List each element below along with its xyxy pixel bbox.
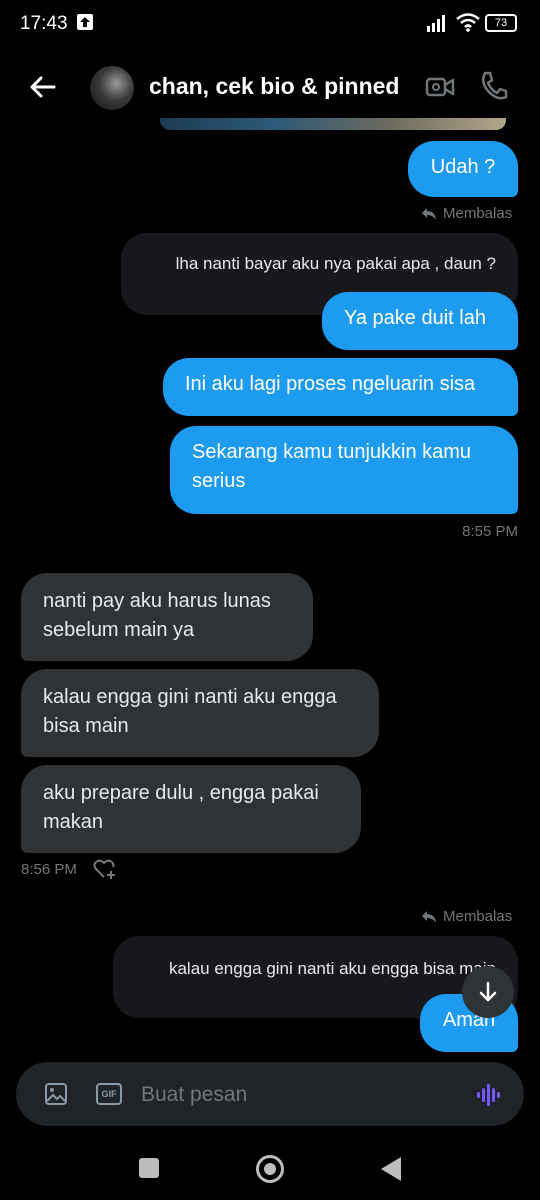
- outgoing-message[interactable]: Sekarang kamu tunjukkin kamu serius: [170, 426, 518, 514]
- outgoing-message[interactable]: Ya pake duit lah: [322, 292, 518, 350]
- voice-message-icon[interactable]: [476, 1082, 502, 1113]
- signal-icon: [427, 14, 449, 37]
- reply-indicator: Membalas: [421, 908, 512, 925]
- reply-label: Membalas: [443, 205, 513, 222]
- back-arrow-icon[interactable]: [26, 70, 60, 104]
- message-line: kalau engga gini nanti aku engga: [43, 686, 337, 708]
- outgoing-message[interactable]: Udah ?: [408, 141, 518, 197]
- message-line: sebelum main ya: [43, 619, 195, 641]
- video-call-icon[interactable]: [425, 72, 455, 107]
- add-reaction-icon[interactable]: [93, 858, 117, 885]
- incoming-message[interactable]: nanti pay aku harus lunas sebelum main y…: [21, 573, 313, 661]
- message-line: aku prepare dulu , engga pakai: [43, 782, 319, 804]
- reply-arrow-icon: [422, 910, 436, 923]
- timestamp: 8:56 PM: [21, 861, 77, 878]
- shared-media-preview[interactable]: [160, 118, 506, 130]
- recent-apps-button[interactable]: [139, 1158, 159, 1178]
- arrow-down-icon: [479, 981, 497, 1002]
- phone-call-icon[interactable]: [478, 70, 508, 107]
- message-line: serius: [192, 470, 246, 492]
- scroll-to-bottom-button[interactable]: [462, 966, 514, 1018]
- message-input[interactable]: [141, 1079, 441, 1111]
- chat-title[interactable]: chan, cek bio & pinned: [149, 73, 399, 100]
- outgoing-message[interactable]: Ini aku lagi proses ngeluarin sisa: [163, 358, 518, 416]
- system-back-button[interactable]: [381, 1157, 401, 1181]
- incoming-message[interactable]: aku prepare dulu , engga pakai makan: [21, 765, 361, 853]
- reply-indicator: Membalas: [421, 205, 512, 222]
- image-icon[interactable]: [44, 1082, 68, 1111]
- message-line: bisa main: [43, 715, 129, 737]
- upload-notification-icon: [77, 14, 93, 30]
- incoming-message[interactable]: kalau engga gini nanti aku engga bisa ma…: [21, 669, 379, 757]
- avatar[interactable]: [90, 66, 134, 110]
- quoted-text: lha nanti bayar aku nya pakai apa , daun…: [175, 254, 496, 273]
- timestamp: 8:55 PM: [462, 523, 518, 540]
- battery-icon: 73: [485, 14, 517, 32]
- wifi-icon: [455, 12, 481, 37]
- message-line: makan: [43, 811, 104, 833]
- message-line: Sekarang kamu tunjukkin kamu: [192, 441, 472, 463]
- reply-label: Membalas: [443, 908, 513, 925]
- message-line: nanti pay aku harus lunas: [43, 590, 271, 612]
- quoted-text: kalau engga gini nanti aku engga bisa ma…: [168, 959, 496, 978]
- gif-icon[interactable]: GIF: [96, 1083, 122, 1105]
- status-time: 17:43: [20, 13, 68, 34]
- reply-arrow-icon: [422, 207, 436, 220]
- home-button[interactable]: [256, 1155, 284, 1183]
